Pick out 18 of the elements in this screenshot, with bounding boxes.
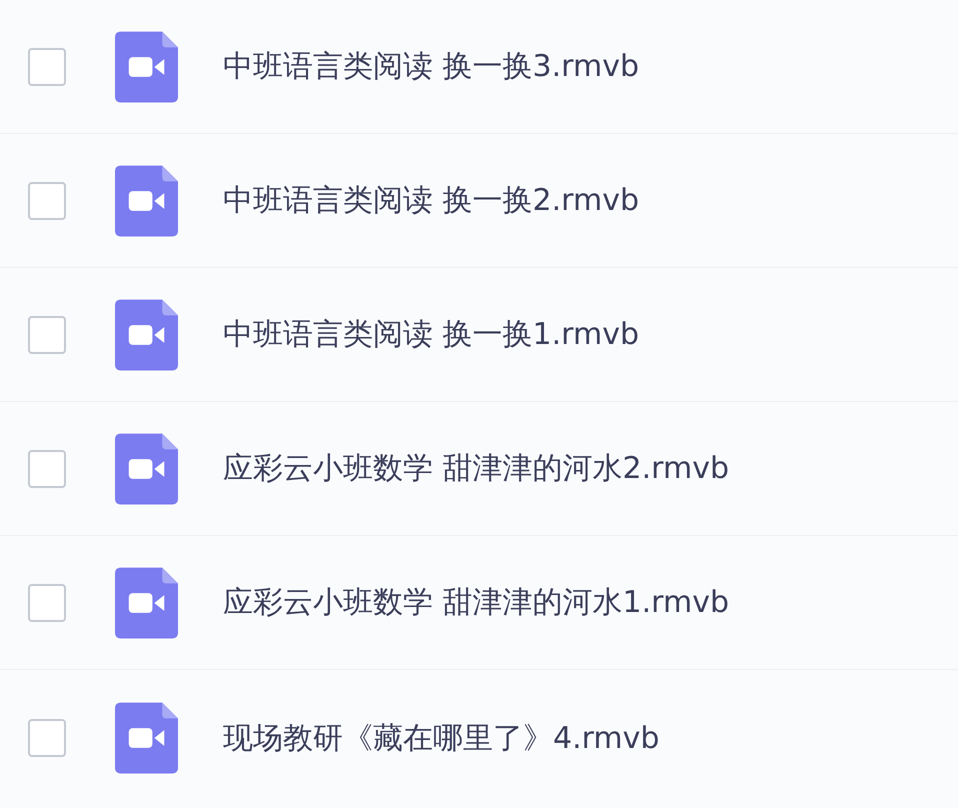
checkbox[interactable] — [28, 450, 66, 488]
video-file-icon — [115, 702, 178, 774]
file-name[interactable]: 应彩云小班数学 甜津津的河水2.rmvb — [223, 448, 729, 489]
video-file-icon — [115, 432, 178, 504]
video-file-icon — [115, 298, 178, 370]
checkbox[interactable] — [28, 584, 66, 622]
file-name[interactable]: 中班语言类阅读 换一换3.rmvb — [223, 46, 639, 87]
checkbox[interactable] — [28, 48, 66, 86]
checkbox[interactable] — [28, 182, 66, 220]
file-name[interactable]: 现场教研《藏在哪里了》4.rmvb — [223, 718, 660, 758]
file-name[interactable]: 中班语言类阅读 换一换2.rmvb — [223, 180, 639, 221]
video-file-icon — [115, 30, 178, 102]
video-file-icon — [115, 566, 178, 638]
video-file-icon — [115, 164, 178, 236]
file-name[interactable]: 应彩云小班数学 甜津津的河水1.rmvb — [223, 582, 729, 623]
checkbox[interactable] — [28, 316, 66, 354]
file-name[interactable]: 中班语言类阅读 换一换1.rmvb — [223, 314, 639, 355]
checkbox[interactable] — [28, 719, 66, 757]
